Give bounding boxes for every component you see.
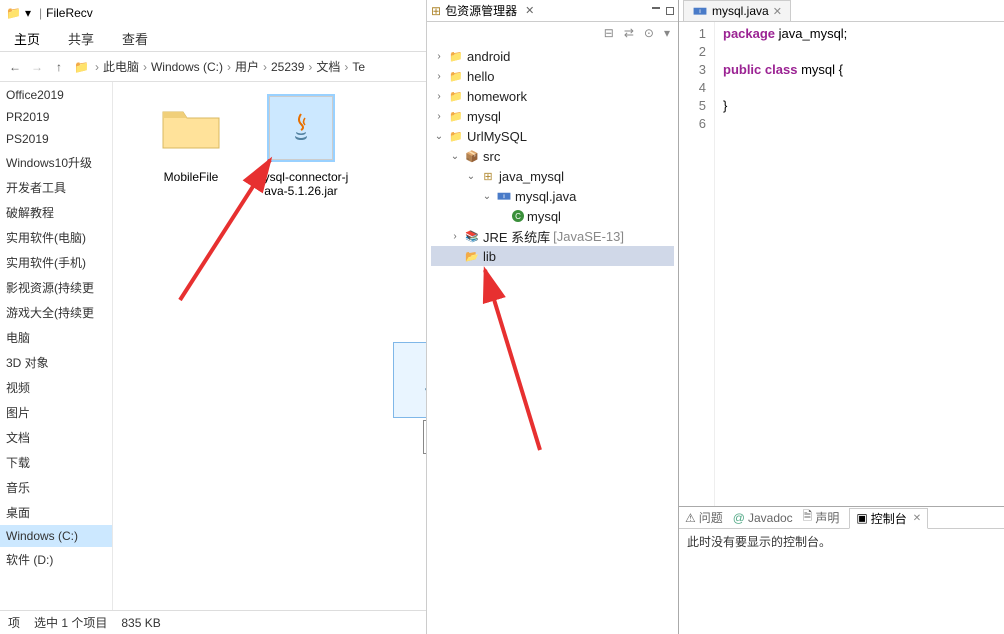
drag-ghost bbox=[393, 342, 426, 418]
statusbar: 项 选中 1 个项目 835 KB bbox=[0, 610, 426, 634]
editor-tabs: 🀰 mysql.java ✕ bbox=[679, 0, 1004, 22]
console-tabs: ⚠问题 @Javadoc 🗎声明 ▣控制台✕ bbox=[679, 507, 1004, 529]
tree-item[interactable]: Cmysql bbox=[431, 206, 674, 226]
console-icon: ▣ bbox=[856, 511, 867, 525]
java-file-icon: 🀰 bbox=[692, 3, 708, 19]
tree-item[interactable]: ›📚JRE 系统库 [JavaSE-13] bbox=[431, 226, 674, 246]
tree-item[interactable]: ⌄🀰mysql.java bbox=[431, 186, 674, 206]
tree-item[interactable]: ⌄📁UrlMySQL bbox=[431, 126, 674, 146]
nav-back-icon[interactable]: ← bbox=[4, 56, 26, 78]
bc-item[interactable]: 此电脑 bbox=[101, 58, 141, 75]
nav-up-icon[interactable]: ↑ bbox=[48, 56, 70, 78]
tree-item[interactable]: ⌄⊞java_mysql bbox=[431, 166, 674, 186]
sidebar-item[interactable]: 3D 对象 bbox=[0, 350, 112, 375]
sidebar-item[interactable]: 开发者工具 bbox=[0, 175, 112, 200]
sidebar-item[interactable]: 游戏大全(持续更 bbox=[0, 300, 112, 325]
tab-javadoc[interactable]: @Javadoc bbox=[733, 511, 793, 525]
ribbon-home[interactable]: 主页 bbox=[0, 25, 54, 52]
sidebar-item[interactable]: 音乐 bbox=[0, 475, 112, 500]
tree-item[interactable]: ›📁android bbox=[431, 46, 674, 66]
sidebar-item[interactable]: 文档 bbox=[0, 425, 112, 450]
maximize-icon[interactable] bbox=[666, 7, 674, 15]
sidebar-item[interactable]: PS2019 bbox=[0, 128, 112, 150]
code-area[interactable]: package java_mysql; public class mysql {… bbox=[715, 22, 1004, 506]
close-icon[interactable]: ✕ bbox=[773, 5, 782, 18]
console-body: 此时没有要显示的控制台。 bbox=[679, 529, 1004, 634]
explorer-titlebar: 📁 ▾ | FileRecv bbox=[0, 0, 426, 26]
bc-item[interactable]: Te bbox=[350, 60, 367, 74]
editor-panel: 🀰 mysql.java ✕ 123456 package java_mysql… bbox=[679, 0, 1004, 634]
tab-declaration[interactable]: 🗎声明 bbox=[803, 507, 840, 528]
tab-console[interactable]: ▣控制台✕ bbox=[849, 508, 928, 529]
bc-item[interactable]: 文档 bbox=[314, 58, 342, 75]
pkg-header: ⊞ 包资源管理器 ✕ bbox=[427, 0, 678, 22]
tree-item[interactable]: ›📁hello bbox=[431, 66, 674, 86]
warning-icon: ⚠ bbox=[685, 511, 696, 525]
tab-problems[interactable]: ⚠问题 bbox=[685, 509, 723, 526]
tree-item[interactable]: ›📁homework bbox=[431, 86, 674, 106]
java-icon bbox=[283, 110, 319, 146]
code-editor[interactable]: 123456 package java_mysql; public class … bbox=[679, 22, 1004, 506]
sidebar-item[interactable]: 视频 bbox=[0, 375, 112, 400]
window-title: FileRecv bbox=[46, 6, 93, 20]
sidebar-item[interactable]: 破解教程 bbox=[0, 200, 112, 225]
sidebar-item[interactable]: Windows10升级 bbox=[0, 150, 112, 175]
sidebar-item[interactable]: Windows (C:) bbox=[0, 525, 112, 547]
link-icon[interactable]: ⇄ bbox=[624, 26, 634, 40]
pkg-title: 包资源管理器 bbox=[445, 2, 517, 19]
sidebar-item[interactable]: 软件 (D:) bbox=[0, 547, 112, 572]
focus-icon[interactable]: ⊙ bbox=[644, 26, 654, 40]
file-area[interactable]: MobileFile mysql-connector bbox=[113, 82, 426, 610]
tree-item[interactable]: ⌄📦src bbox=[431, 146, 674, 166]
package-icon: ⊞ bbox=[431, 4, 441, 18]
sidebar-item[interactable]: 图片 bbox=[0, 400, 112, 425]
collapse-icon[interactable]: ⊟ bbox=[604, 26, 614, 40]
breadcrumb-bar[interactable]: ← → ↑ 📁 › 此电脑› Windows (C:)› 用户› 25239› … bbox=[0, 52, 426, 82]
tree-item-lib[interactable]: 📂lib bbox=[431, 246, 674, 266]
sidebar-item[interactable]: 下载 bbox=[0, 450, 112, 475]
folder-item[interactable]: MobileFile bbox=[143, 92, 239, 184]
sidebar-item[interactable]: 电脑 bbox=[0, 325, 112, 350]
sidebar-item[interactable]: 桌面 bbox=[0, 500, 112, 525]
jar-file-item[interactable]: mysql-connector-java-5.1.26.jar bbox=[253, 92, 349, 199]
line-gutter: 123456 bbox=[679, 22, 715, 506]
menu-icon[interactable]: ▾ bbox=[664, 26, 670, 40]
pkg-toolbar: ⊟ ⇄ ⊙ ▾ bbox=[427, 22, 678, 44]
minimize-icon[interactable] bbox=[652, 7, 660, 9]
editor-tab[interactable]: 🀰 mysql.java ✕ bbox=[683, 0, 791, 21]
project-tree[interactable]: ›📁android ›📁hello ›📁homework ›📁mysql ⌄📁U… bbox=[427, 44, 678, 634]
bc-item[interactable]: 用户 bbox=[233, 58, 261, 75]
nav-forward-icon[interactable]: → bbox=[26, 56, 48, 78]
folder-icon bbox=[161, 104, 221, 152]
package-explorer-panel: ⊞ 包资源管理器 ✕ ⊟ ⇄ ⊙ ▾ ›📁android ›📁hello ›📁h… bbox=[427, 0, 679, 634]
console-area: ⚠问题 @Javadoc 🗎声明 ▣控制台✕ 此时没有要显示的控制台。 bbox=[679, 506, 1004, 634]
sidebar-item[interactable]: 实用软件(手机) bbox=[0, 250, 112, 275]
file-explorer: 📁 ▾ | FileRecv 主页 共享 查看 ← → ↑ 📁 › 此电脑› W… bbox=[0, 0, 427, 634]
sidebar-item[interactable]: PR2019 bbox=[0, 106, 112, 128]
bc-item[interactable]: 25239 bbox=[269, 60, 306, 74]
drag-tooltip: + 复制到 FileRecv bbox=[423, 420, 426, 454]
sidebar-item[interactable]: 实用软件(电脑) bbox=[0, 225, 112, 250]
sidebar-item[interactable]: 影视资源(持续更 bbox=[0, 275, 112, 300]
sidebar-item[interactable]: Office2019 bbox=[0, 84, 112, 106]
ribbon-view[interactable]: 查看 bbox=[108, 25, 162, 52]
bc-item[interactable]: Windows (C:) bbox=[149, 60, 225, 74]
explorer-sidebar[interactable]: Office2019PR2019PS2019Windows10升级开发者工具破解… bbox=[0, 82, 113, 610]
java-icon bbox=[413, 362, 426, 398]
decl-icon: 🗎 bbox=[803, 507, 813, 528]
folder-icon: 📁 bbox=[6, 6, 21, 20]
ribbon-share[interactable]: 共享 bbox=[54, 25, 108, 52]
close-icon[interactable]: ✕ bbox=[525, 4, 534, 17]
ribbon: 主页 共享 查看 bbox=[0, 26, 426, 52]
tree-item[interactable]: ›📁mysql bbox=[431, 106, 674, 126]
